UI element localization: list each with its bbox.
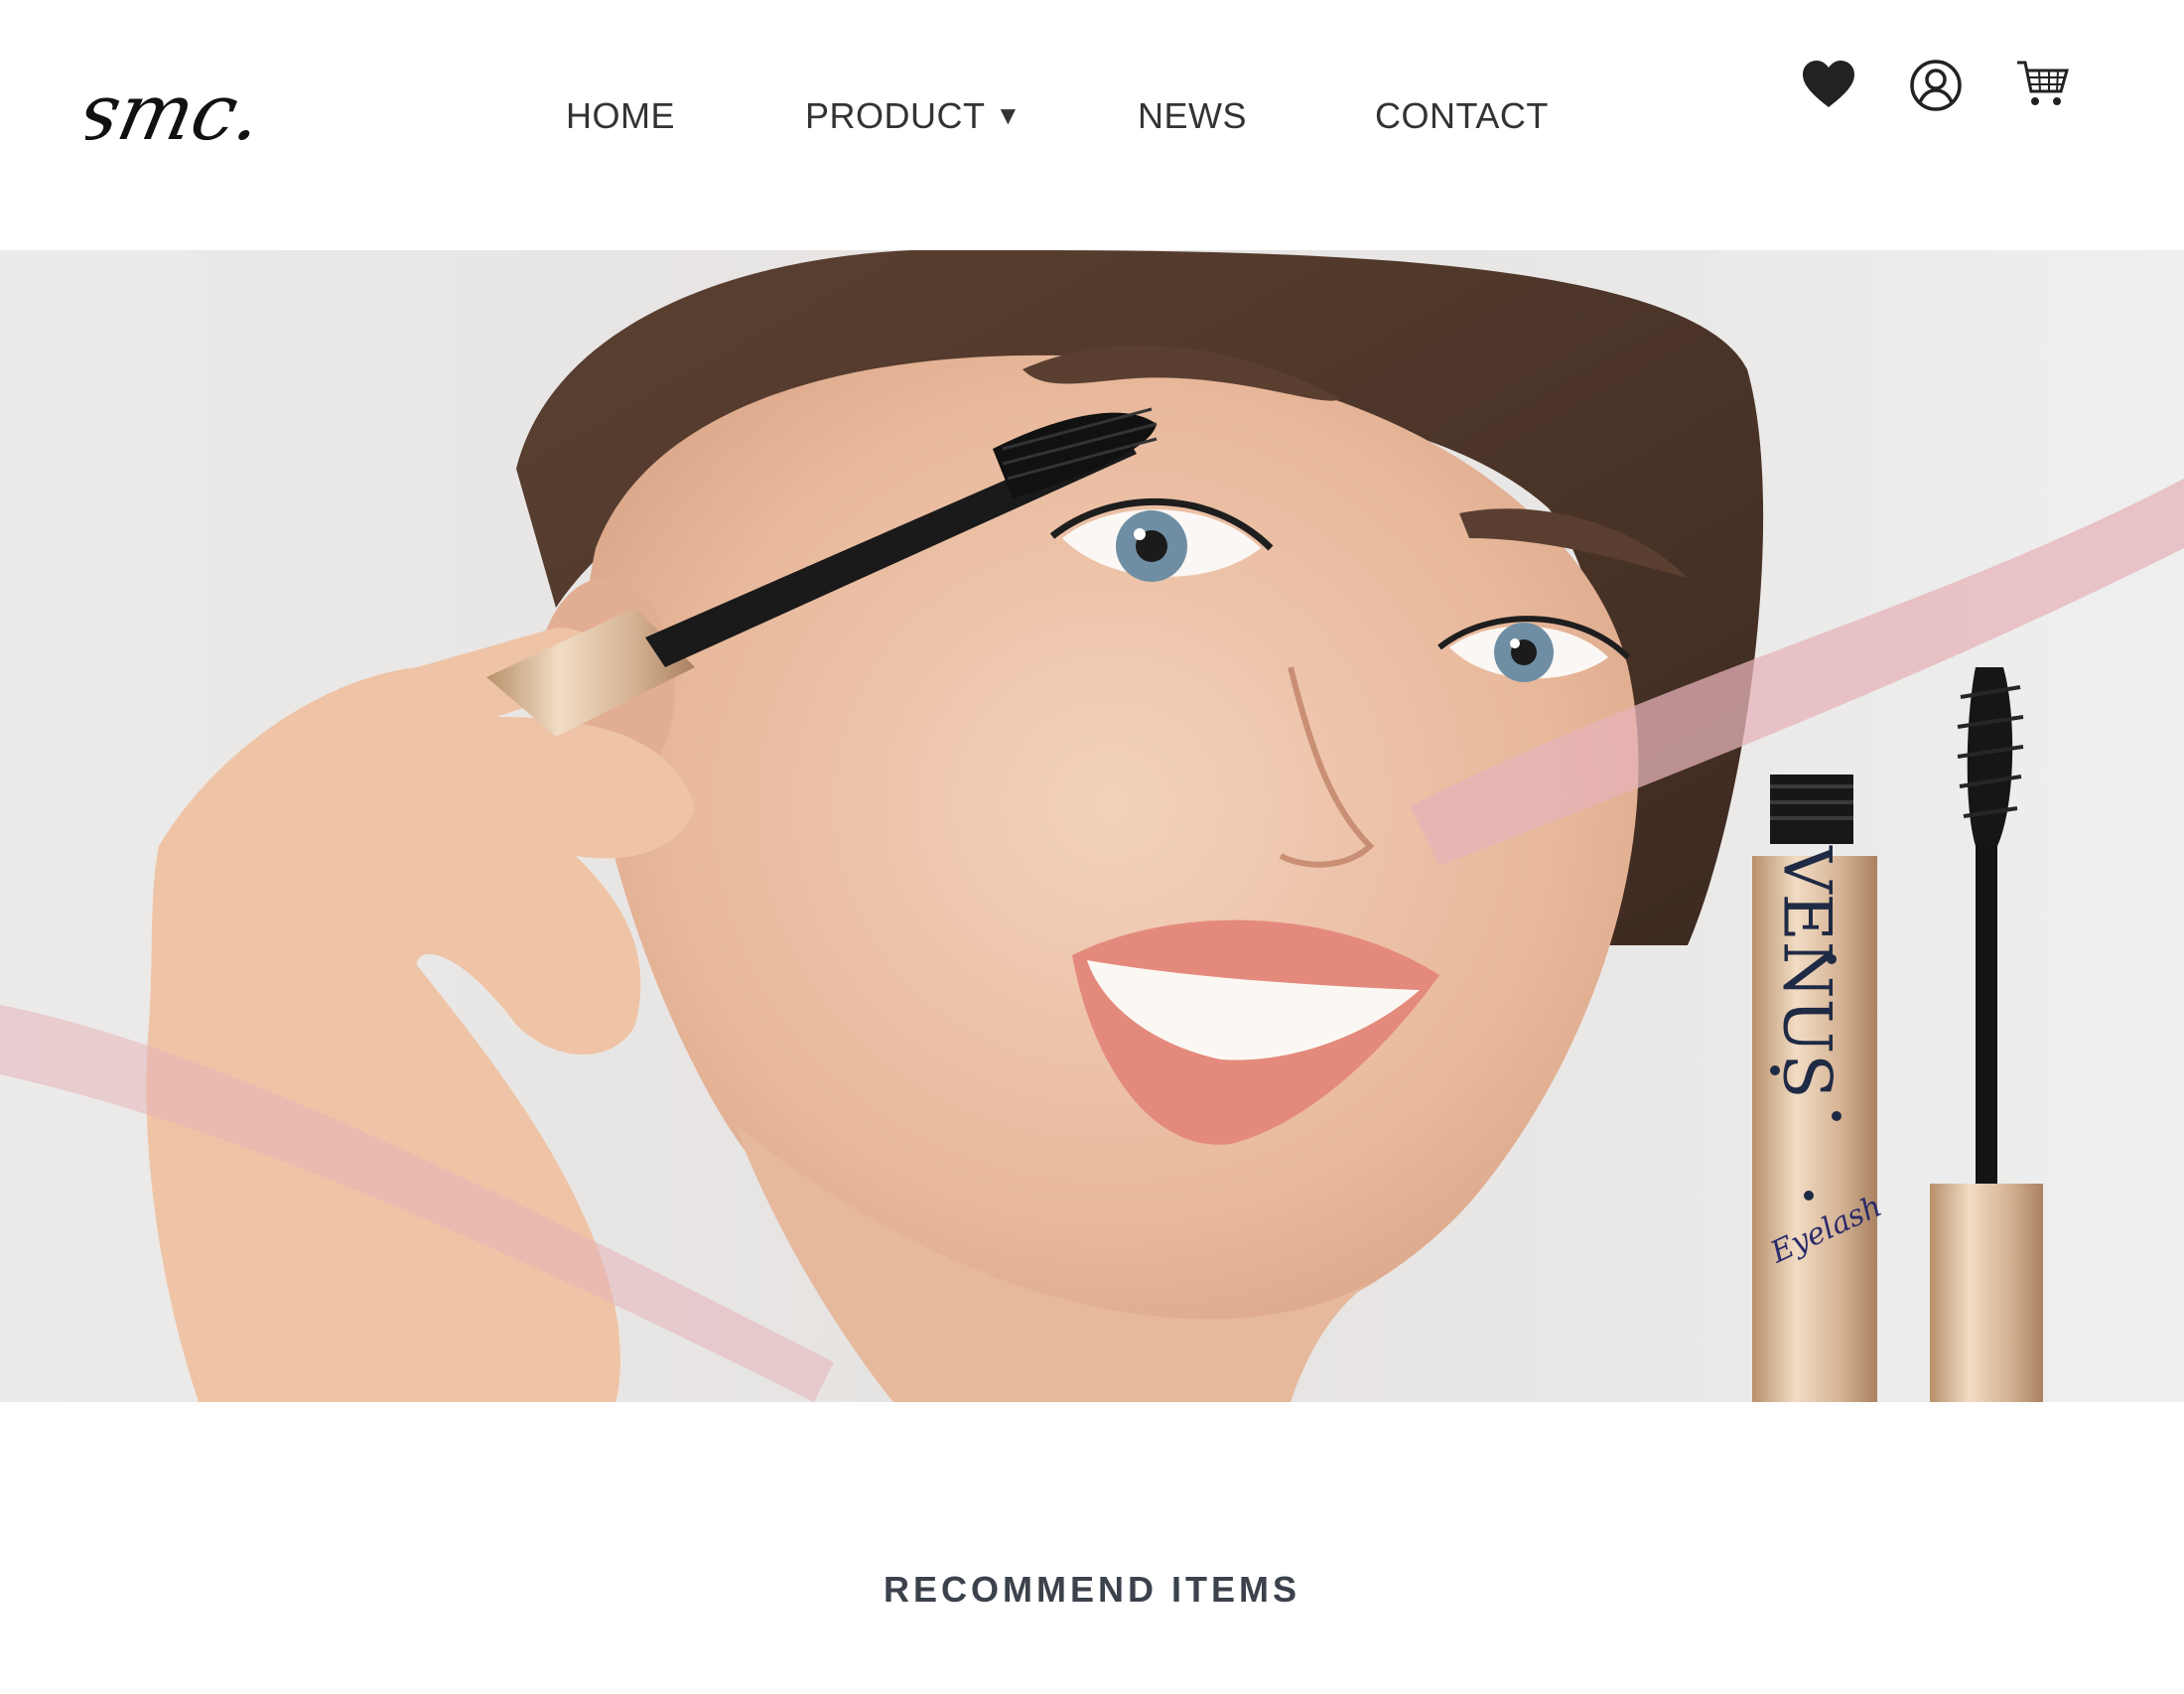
cart-button[interactable]	[2015, 58, 2071, 113]
hero-illustration: VENUS Eyelash	[0, 250, 2184, 1402]
account-button[interactable]	[1908, 58, 1964, 113]
site-header: smc. HOME PRODUCT ▼ NEWS CONTACT	[0, 0, 2184, 250]
recommend-items-heading: RECOMMEND ITEMS	[884, 1569, 1300, 1610]
venus-brand-text: VENUS	[1769, 845, 1845, 1098]
hero-banner: VENUS Eyelash	[0, 250, 2184, 1402]
cart-icon	[2017, 61, 2069, 105]
header-actions	[0, 58, 2184, 113]
user-icon	[1910, 60, 1962, 111]
venus-mascara-tube: VENUS Eyelash	[1752, 775, 1887, 1402]
favorites-button[interactable]	[1801, 58, 1856, 113]
heart-icon	[1803, 61, 1854, 107]
